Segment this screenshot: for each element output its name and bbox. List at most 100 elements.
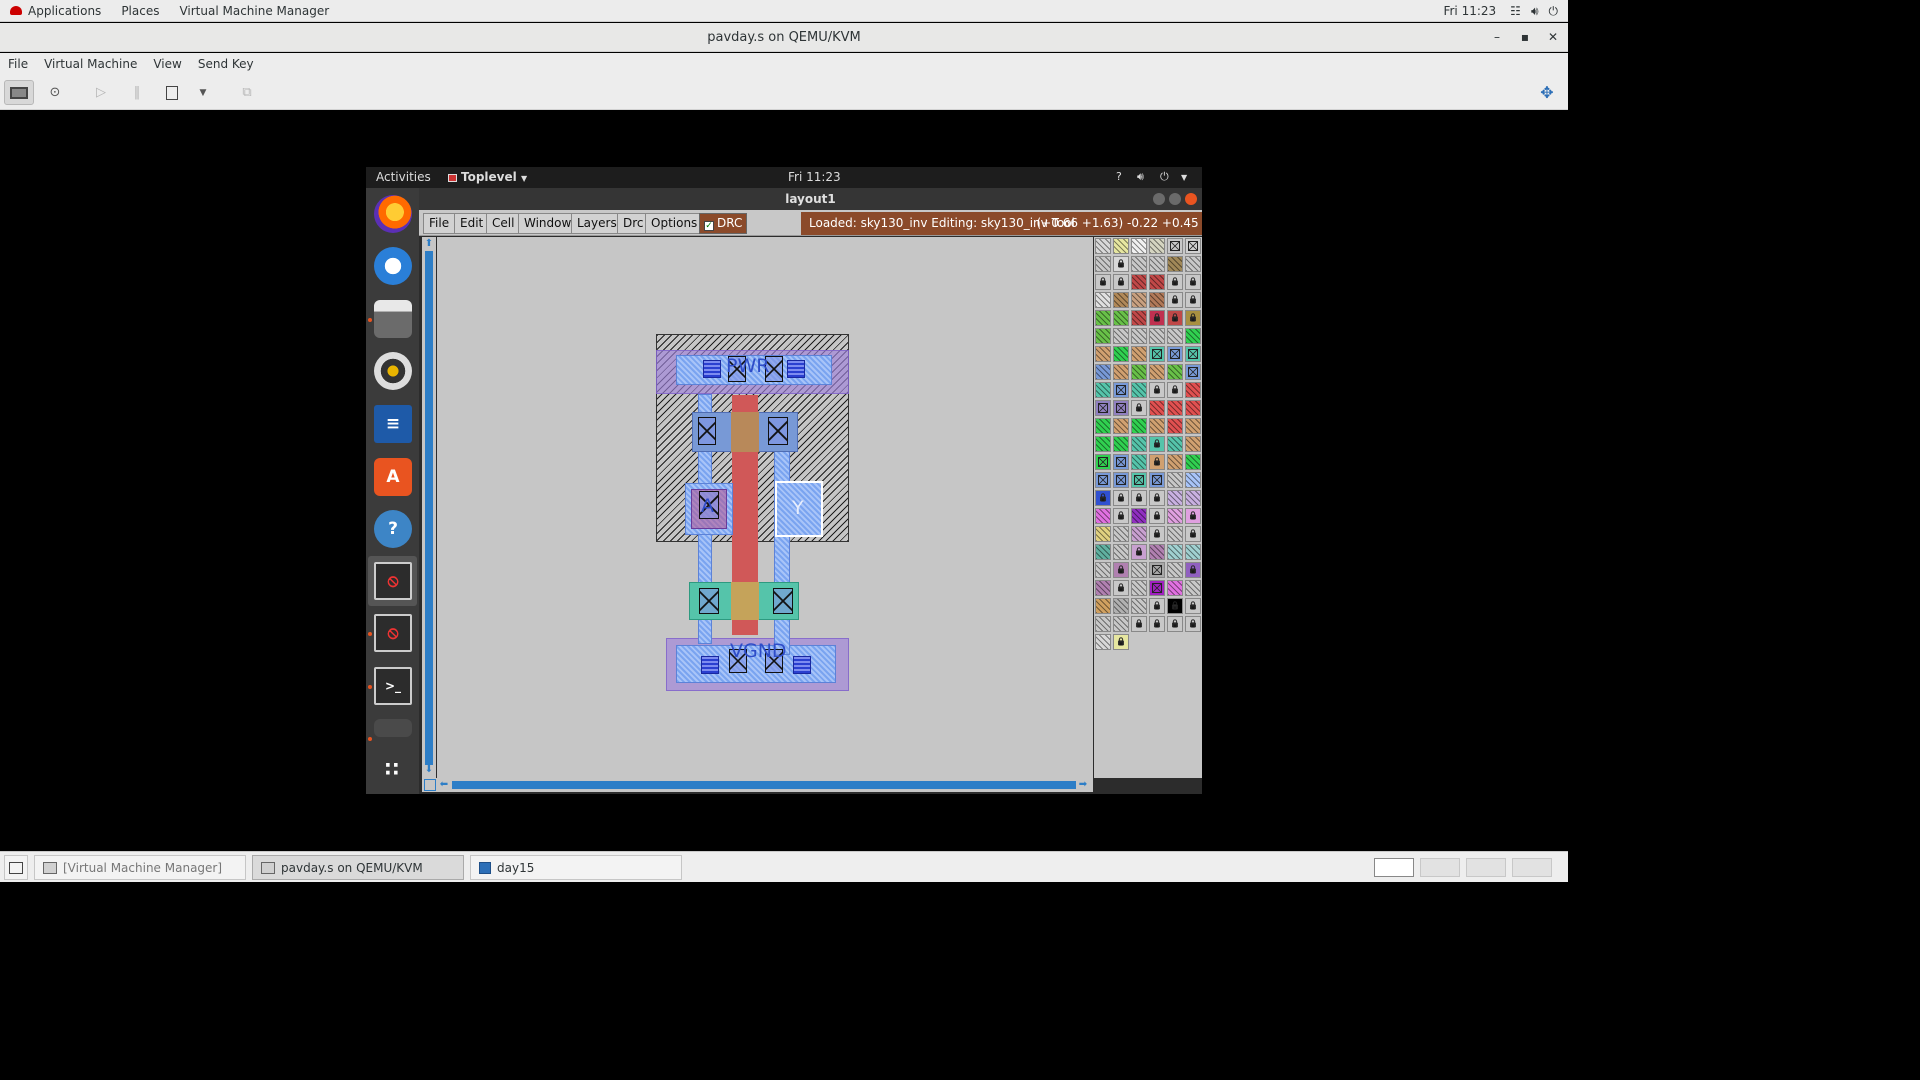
- layer-swatch[interactable]: [1095, 346, 1111, 362]
- layer-swatch[interactable]: [1113, 580, 1129, 596]
- vertical-scrollbar[interactable]: ⬆ ⬇: [422, 237, 436, 778]
- layer-swatch[interactable]: [1167, 400, 1183, 416]
- layer-swatch[interactable]: [1185, 346, 1201, 362]
- layer-swatch[interactable]: [1185, 508, 1201, 524]
- layer-swatch[interactable]: [1185, 598, 1201, 614]
- writer-icon[interactable]: ≡: [374, 405, 412, 443]
- layer-swatch[interactable]: [1185, 274, 1201, 290]
- layer-swatch[interactable]: [1095, 544, 1111, 560]
- layer-swatch[interactable]: [1113, 562, 1129, 578]
- layer-swatch[interactable]: [1167, 382, 1183, 398]
- layer-swatch[interactable]: [1149, 562, 1165, 578]
- layer-swatch[interactable]: [1185, 310, 1201, 326]
- scroll-up-icon[interactable]: ⬆: [423, 238, 435, 250]
- layer-swatch[interactable]: [1131, 562, 1147, 578]
- firefox-icon[interactable]: [374, 195, 412, 233]
- layer-swatch[interactable]: [1149, 580, 1165, 596]
- guest-screen[interactable]: Activities Toplevel ▼ Fri 11:23 ? 🔊︎ ⏻ ▼…: [366, 167, 1202, 794]
- layer-swatch[interactable]: [1185, 562, 1201, 578]
- layer-swatch[interactable]: [1095, 364, 1111, 380]
- layer-swatch[interactable]: [1095, 310, 1111, 326]
- layer-swatch[interactable]: [1113, 490, 1129, 506]
- layer-swatch[interactable]: [1167, 274, 1183, 290]
- layer-swatch[interactable]: [1095, 472, 1111, 488]
- show-desktop-button[interactable]: [4, 855, 28, 880]
- layer-swatch[interactable]: [1113, 508, 1129, 524]
- layer-swatch[interactable]: [1149, 508, 1165, 524]
- layer-swatch[interactable]: [1095, 400, 1111, 416]
- layer-swatch[interactable]: [1095, 256, 1111, 272]
- layer-swatch[interactable]: [1185, 364, 1201, 380]
- layer-swatch[interactable]: [1185, 256, 1201, 272]
- layer-swatch[interactable]: [1095, 490, 1111, 506]
- layer-swatch[interactable]: [1149, 490, 1165, 506]
- layer-swatch[interactable]: [1149, 436, 1165, 452]
- menu-view[interactable]: View: [145, 57, 189, 71]
- host-clock[interactable]: Fri 11:23: [1443, 4, 1496, 18]
- layer-swatch[interactable]: [1131, 382, 1147, 398]
- places-menu[interactable]: Places: [111, 0, 169, 22]
- layer-swatch[interactable]: [1167, 472, 1183, 488]
- fullscreen-button[interactable]: ✥: [1532, 80, 1562, 105]
- layer-swatch[interactable]: [1185, 490, 1201, 506]
- workspace-1[interactable]: [1374, 858, 1414, 877]
- layer-swatch[interactable]: [1167, 526, 1183, 542]
- console-view-button[interactable]: [4, 80, 34, 105]
- layer-swatch[interactable]: [1113, 400, 1129, 416]
- layer-swatch[interactable]: [1095, 274, 1111, 290]
- zoom-box-icon[interactable]: [424, 779, 436, 791]
- guest-clock[interactable]: Fri 11:23: [788, 170, 841, 184]
- magic-icon[interactable]: ⦸: [374, 562, 412, 600]
- layer-swatch[interactable]: [1131, 544, 1147, 560]
- layer-swatch[interactable]: [1095, 328, 1111, 344]
- layer-swatch[interactable]: [1149, 400, 1165, 416]
- layer-swatch[interactable]: [1185, 400, 1201, 416]
- layer-swatch[interactable]: [1185, 526, 1201, 542]
- layer-swatch[interactable]: [1113, 382, 1129, 398]
- layer-swatch[interactable]: [1185, 238, 1201, 254]
- layer-swatch[interactable]: [1113, 598, 1129, 614]
- magic-icon[interactable]: [374, 719, 412, 737]
- layer-swatch[interactable]: [1149, 454, 1165, 470]
- layer-swatch[interactable]: [1095, 454, 1111, 470]
- horizontal-scrollbar[interactable]: ⬅ ➡: [422, 778, 1093, 792]
- layer-swatch[interactable]: [1113, 346, 1129, 362]
- layer-swatch[interactable]: [1113, 238, 1129, 254]
- terminal-icon[interactable]: >_: [374, 667, 412, 705]
- minimize-button[interactable]: –: [1485, 23, 1509, 52]
- layer-swatch[interactable]: [1167, 418, 1183, 434]
- layer-swatch[interactable]: [1095, 526, 1111, 542]
- workspace-2[interactable]: [1420, 858, 1460, 877]
- taskbar-item-vmm[interactable]: [Virtual Machine Manager]: [34, 855, 246, 880]
- magic-menu-edit[interactable]: Edit: [454, 213, 490, 234]
- layer-swatch[interactable]: [1113, 292, 1129, 308]
- layer-swatch[interactable]: [1131, 274, 1147, 290]
- layer-swatch[interactable]: [1149, 598, 1165, 614]
- layer-swatch[interactable]: [1185, 472, 1201, 488]
- layer-swatch[interactable]: [1149, 382, 1165, 398]
- minimize-button[interactable]: [1153, 193, 1165, 205]
- thunderbird-icon[interactable]: [374, 247, 412, 285]
- app-menu[interactable]: Virtual Machine Manager: [169, 0, 339, 22]
- power-icon[interactable]: ⏻: [1160, 170, 1169, 184]
- layer-swatch[interactable]: [1131, 508, 1147, 524]
- horizontal-scroll-track[interactable]: [452, 781, 1076, 789]
- volume-icon[interactable]: 🔊︎: [1137, 170, 1144, 184]
- layer-swatch[interactable]: [1113, 364, 1129, 380]
- layer-swatch[interactable]: [1095, 292, 1111, 308]
- layer-swatch[interactable]: [1167, 328, 1183, 344]
- shutdown-menu-button[interactable]: ▼: [188, 80, 218, 105]
- layer-swatch[interactable]: [1113, 310, 1129, 326]
- layer-swatch[interactable]: [1095, 436, 1111, 452]
- layer-swatch[interactable]: [1185, 328, 1201, 344]
- layer-swatch[interactable]: [1167, 562, 1183, 578]
- layer-swatch[interactable]: [1149, 310, 1165, 326]
- layer-swatch[interactable]: [1131, 436, 1147, 452]
- layout-canvas[interactable]: PWR A Y VGND: [437, 237, 1093, 778]
- magic-menu-cell[interactable]: Cell: [486, 213, 521, 234]
- layer-swatch[interactable]: [1113, 274, 1129, 290]
- layer-swatch[interactable]: [1095, 382, 1111, 398]
- layer-swatch[interactable]: [1113, 436, 1129, 452]
- show-apps-icon[interactable]: ∷: [374, 750, 412, 788]
- layer-swatch[interactable]: [1113, 526, 1129, 542]
